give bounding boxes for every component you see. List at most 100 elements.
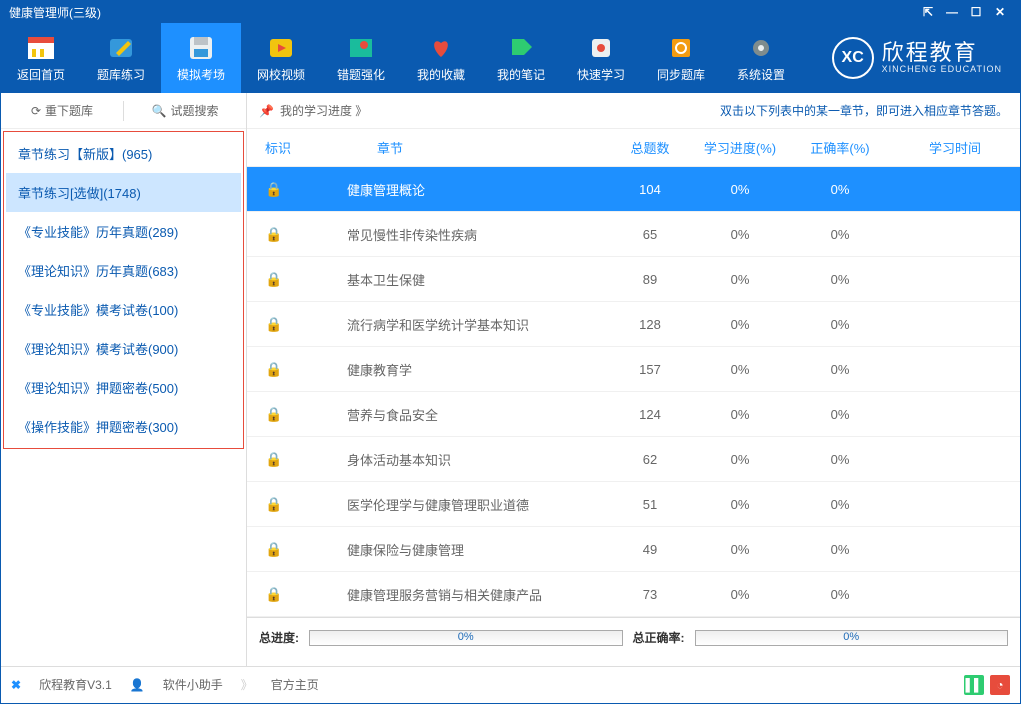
nav-settings[interactable]: 系统设置 xyxy=(721,23,801,93)
cell-total: 124 xyxy=(610,407,690,422)
cell-chapter: 常见慢性非传染性疾病 xyxy=(317,225,610,244)
cell-total: 62 xyxy=(610,452,690,467)
helper-icon: 👤 xyxy=(130,678,145,692)
cell-chapter: 流行病学和医学统计学基本知识 xyxy=(317,315,610,334)
cell-chapter: 身体活动基本知识 xyxy=(317,450,610,469)
nav-wrong[interactable]: 错题强化 xyxy=(321,23,401,93)
play-icon xyxy=(265,34,297,62)
save-icon xyxy=(185,34,217,62)
cell-chapter: 健康管理服务营销与相关健康产品 xyxy=(317,585,610,604)
status-bar: ✖ 欣程教育V3.1 👤 软件小助手 》 官方主页 ▌▌ ◔ xyxy=(1,666,1020,702)
col-chapter: 章节 xyxy=(317,138,610,157)
col-mark: 标识 xyxy=(247,138,317,157)
reload-label: 重下题库 xyxy=(45,102,93,119)
cell-progress: 0% xyxy=(690,407,790,422)
sidebar-item[interactable]: 《专业技能》历年真题(289) xyxy=(6,212,241,251)
sidebar-item[interactable]: 《理论知识》模考试卷(900) xyxy=(6,329,241,368)
stats-icon[interactable]: ▌▌ xyxy=(964,675,984,695)
table-row[interactable]: 🔒健康管理概论1040%0% xyxy=(247,167,1020,212)
sidebar-item[interactable]: 章节练习[选做](1748) xyxy=(6,173,241,212)
nav-label: 返回首页 xyxy=(17,66,65,83)
table-row[interactable]: 🔒基本卫生保健890%0% xyxy=(247,257,1020,302)
sidebar-item[interactable]: 《专业技能》模考试卷(100) xyxy=(6,290,241,329)
lock-icon: 🔒 xyxy=(265,496,282,512)
nav-mock-exam[interactable]: 模拟考场 xyxy=(161,23,241,93)
nav-practice[interactable]: 题库练习 xyxy=(81,23,161,93)
table-row[interactable]: 🔒健康保险与健康管理490%0% xyxy=(247,527,1020,572)
nav-fast[interactable]: 快速学习 xyxy=(561,23,641,93)
nav-label: 错题强化 xyxy=(337,66,385,83)
main-nav: 返回首页 题库练习 模拟考场 网校视频 错题强化 我的收藏 我的笔记 快速学习 … xyxy=(1,23,1020,93)
nav-label: 网校视频 xyxy=(257,66,305,83)
cell-total: 49 xyxy=(610,542,690,557)
nav-label: 同步题库 xyxy=(657,66,705,83)
table-row[interactable]: 🔒身体活动基本知识620%0% xyxy=(247,437,1020,482)
nav-notes[interactable]: 我的笔记 xyxy=(481,23,561,93)
search-questions-button[interactable]: 🔍试题搜索 xyxy=(124,102,246,119)
cell-total: 51 xyxy=(610,497,690,512)
cell-progress: 0% xyxy=(690,452,790,467)
refresh-icon: ⟳ xyxy=(31,104,41,118)
titlebar: 健康管理师(三级) ⇱ — ☐ ✕ xyxy=(1,1,1020,23)
nav-video[interactable]: 网校视频 xyxy=(241,23,321,93)
cell-progress: 0% xyxy=(690,272,790,287)
lock-icon: 🔒 xyxy=(265,406,282,422)
cell-accuracy: 0% xyxy=(790,317,890,332)
cell-accuracy: 0% xyxy=(790,227,890,242)
cell-progress: 0% xyxy=(690,317,790,332)
cell-chapter: 健康教育学 xyxy=(317,360,610,379)
col-time: 学习时间 xyxy=(890,138,1020,157)
helper-link[interactable]: 软件小助手 xyxy=(163,676,223,693)
total-progress-bar: 0% xyxy=(309,630,623,646)
window-close-icon[interactable]: ✕ xyxy=(988,5,1012,19)
nav-label: 我的笔记 xyxy=(497,66,545,83)
table-row[interactable]: 🔒流行病学和医学统计学基本知识1280%0% xyxy=(247,302,1020,347)
cell-total: 104 xyxy=(610,182,690,197)
sidebar-item[interactable]: 《操作技能》押题密卷(300) xyxy=(6,407,241,446)
total-accuracy-value: 0% xyxy=(843,631,859,643)
total-accuracy-bar: 0% xyxy=(695,630,1009,646)
pencil-icon xyxy=(105,34,137,62)
table-row[interactable]: 🔒常见慢性非传染性疾病650%0% xyxy=(247,212,1020,257)
window-title: 健康管理师(三级) xyxy=(9,4,101,21)
lock-icon: 🔒 xyxy=(265,316,282,332)
pin-icon: 📌 xyxy=(259,104,274,118)
cell-accuracy: 0% xyxy=(790,542,890,557)
brand-logo-icon: XC xyxy=(832,37,874,79)
search-label: 试题搜索 xyxy=(170,102,218,119)
lock-icon: 🔒 xyxy=(265,181,282,197)
window-minimize-icon[interactable]: — xyxy=(940,5,964,19)
sidebar-item[interactable]: 《理论知识》押题密卷(500) xyxy=(6,368,241,407)
my-progress-link[interactable]: 我的学习进度 》 xyxy=(280,102,367,119)
cell-accuracy: 0% xyxy=(790,272,890,287)
nav-label: 我的收藏 xyxy=(417,66,465,83)
table-row[interactable]: 🔒营养与食品安全1240%0% xyxy=(247,392,1020,437)
cell-progress: 0% xyxy=(690,542,790,557)
cell-chapter: 医学伦理学与健康管理职业道德 xyxy=(317,495,610,514)
table-row[interactable]: 🔒健康管理服务营销与相关健康产品730%0% xyxy=(247,572,1020,617)
target-icon xyxy=(585,34,617,62)
chart-icon[interactable]: ◔ xyxy=(990,675,1010,695)
home-icon xyxy=(25,34,57,62)
cell-chapter: 基本卫生保健 xyxy=(317,270,610,289)
window-pin-icon[interactable]: ⇱ xyxy=(916,5,940,19)
nav-sync[interactable]: 同步题库 xyxy=(641,23,721,93)
lock-icon: 🔒 xyxy=(265,541,282,557)
total-progress-value: 0% xyxy=(458,631,474,643)
table-header: 标识 章节 总题数 学习进度(%) 正确率(%) 学习时间 xyxy=(247,129,1020,167)
sidebar-item[interactable]: 章节练习【新版】(965) xyxy=(6,134,241,173)
sidebar: ⟳ 重下题库 🔍试题搜索 章节练习【新版】(965) 章节练习[选做](1748)… xyxy=(1,93,247,666)
hint-text: 双击以下列表中的某一章节，即可进入相应章节答题。 xyxy=(720,102,1008,119)
official-home-link[interactable]: 官方主页 xyxy=(271,676,319,693)
nav-fav[interactable]: 我的收藏 xyxy=(401,23,481,93)
nav-home[interactable]: 返回首页 xyxy=(1,23,81,93)
cell-chapter: 健康保险与健康管理 xyxy=(317,540,610,559)
table-row[interactable]: 🔒健康教育学1570%0% xyxy=(247,347,1020,392)
sidebar-item[interactable]: 《理论知识》历年真题(683) xyxy=(6,251,241,290)
nav-label: 题库练习 xyxy=(97,66,145,83)
app-logo-icon: ✖ xyxy=(11,678,21,692)
cell-total: 89 xyxy=(610,272,690,287)
table-row[interactable]: 🔒医学伦理学与健康管理职业道德510%0% xyxy=(247,482,1020,527)
reload-questions-button[interactable]: ⟳ 重下题库 xyxy=(1,102,123,119)
window-maximize-icon[interactable]: ☐ xyxy=(964,5,988,19)
